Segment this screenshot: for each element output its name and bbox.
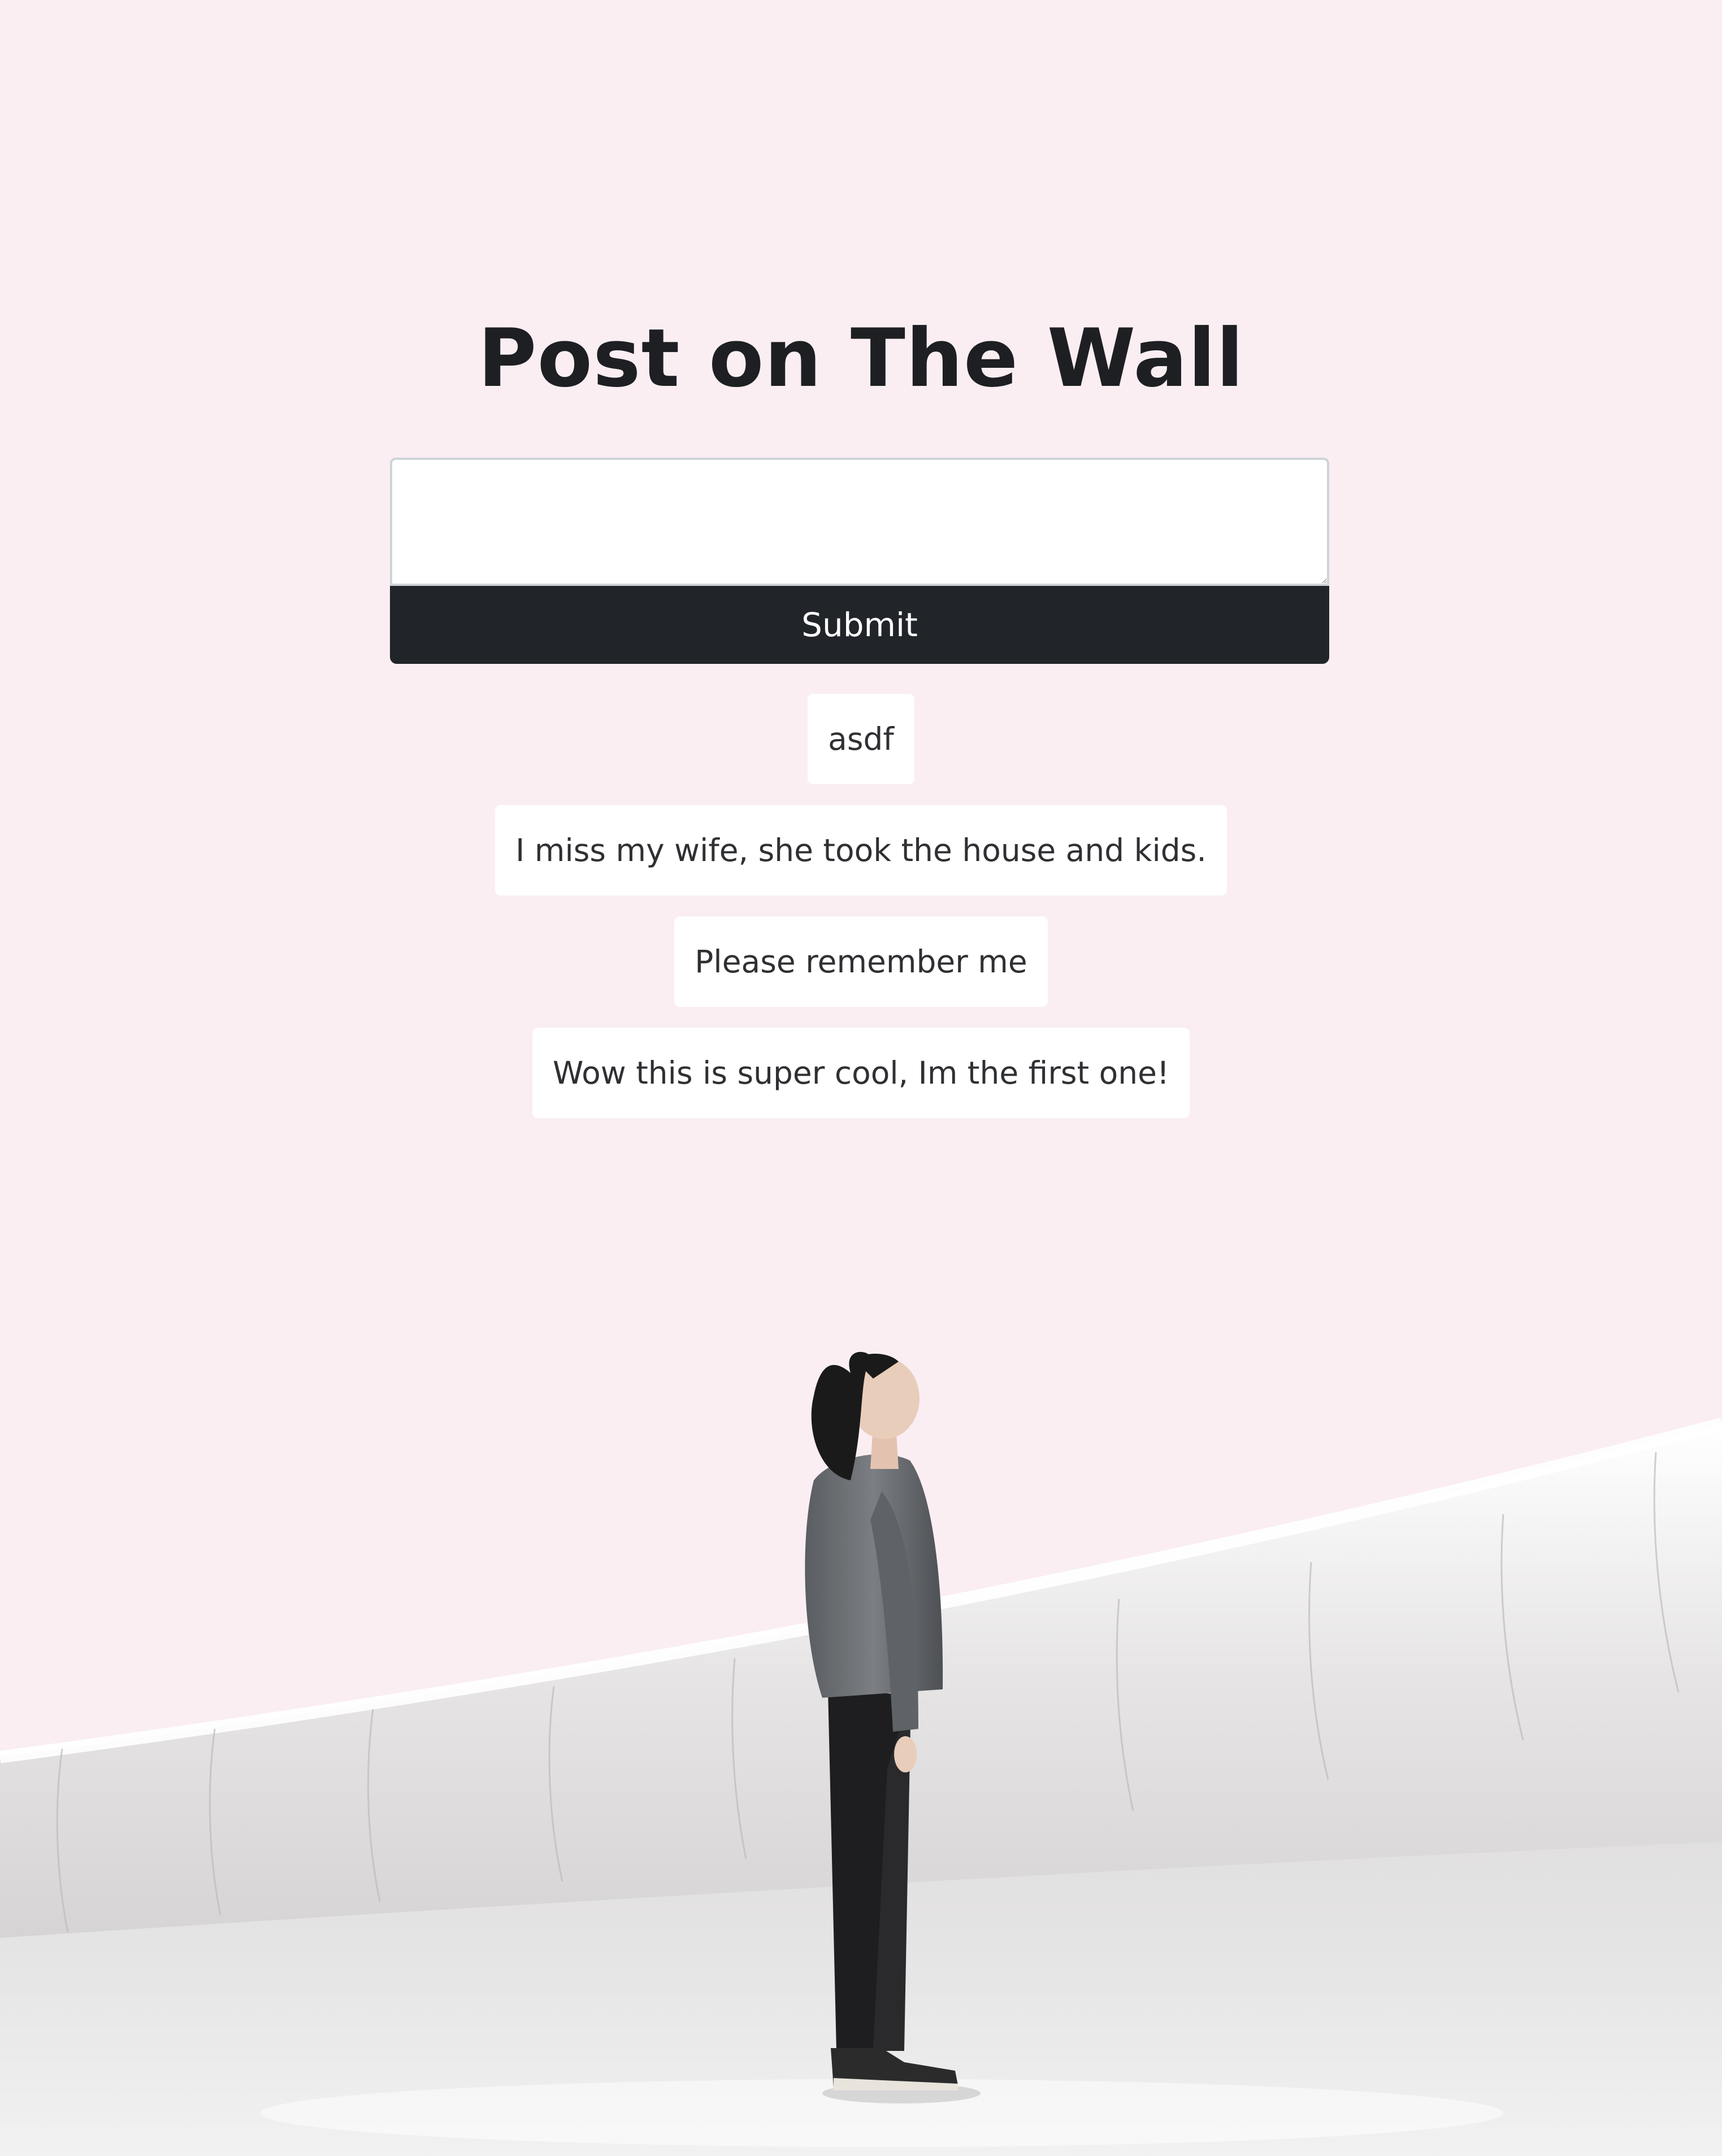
post-form: Submit [390,458,1329,664]
page-title: Post on The Wall [478,312,1244,405]
post-item: Please remember me [674,916,1048,1007]
post-textarea[interactable] [390,458,1329,586]
posts-list: asdf I miss my wife, she took the house … [0,694,1722,1139]
post-item: I miss my wife, she took the house and k… [495,805,1227,896]
post-item: Wow this is super cool, Im the first one… [532,1028,1190,1118]
post-item: asdf [808,694,914,784]
page: Post on The Wall Submit asdf I miss my w… [0,0,1722,2156]
submit-button[interactable]: Submit [390,586,1329,664]
